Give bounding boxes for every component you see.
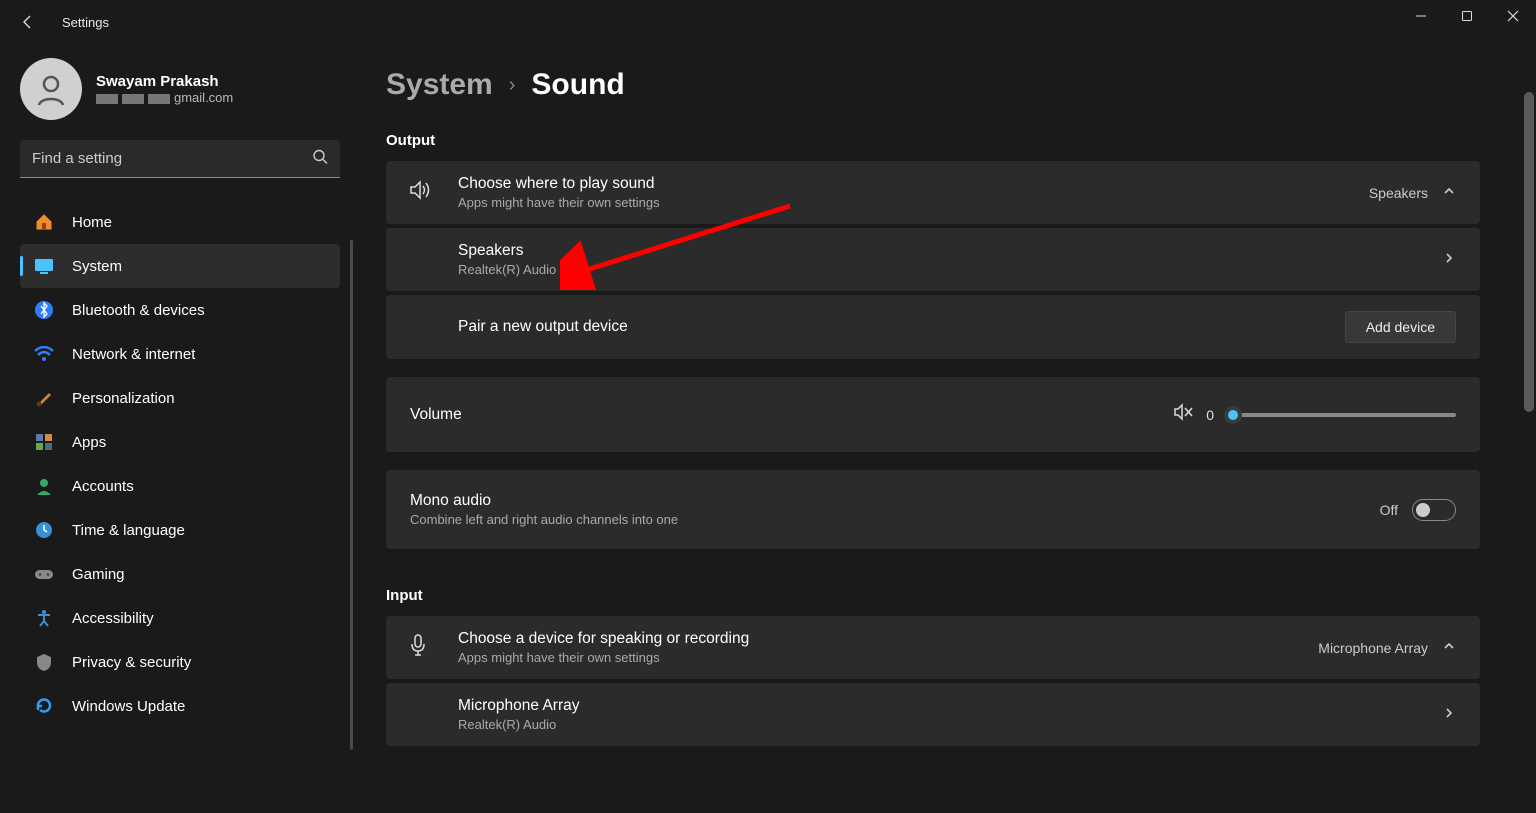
- nav-home[interactable]: Home: [20, 200, 340, 244]
- back-button[interactable]: [12, 6, 44, 38]
- card-title: Pair a new output device: [458, 318, 1345, 336]
- volume-card: Volume 0: [386, 377, 1480, 452]
- nav-apps[interactable]: Apps: [20, 420, 340, 464]
- nav-label: Home: [72, 214, 112, 231]
- breadcrumb-parent[interactable]: System: [386, 68, 493, 102]
- avatar: [20, 58, 82, 120]
- titlebar: Settings: [0, 0, 1536, 44]
- card-title: Mono audio: [410, 492, 1380, 510]
- bluetooth-icon: [34, 300, 54, 320]
- nav-bluetooth[interactable]: Bluetooth & devices: [20, 288, 340, 332]
- mute-icon[interactable]: [1174, 403, 1194, 426]
- profile-email: gmail.com: [96, 90, 233, 105]
- nav-update[interactable]: Windows Update: [20, 684, 340, 728]
- mono-toggle[interactable]: [1412, 499, 1456, 521]
- page-scrollbar-track[interactable]: [1522, 0, 1536, 813]
- input-choose-card[interactable]: Choose a device for speaking or recordin…: [386, 616, 1480, 679]
- card-title: Choose where to play sound: [458, 175, 1369, 193]
- mono-audio-card: Mono audio Combine left and right audio …: [386, 470, 1480, 549]
- toggle-knob: [1416, 503, 1430, 517]
- nav-gaming[interactable]: Gaming: [20, 552, 340, 596]
- chevron-right-icon: [1442, 251, 1456, 268]
- volume-value: 0: [1206, 407, 1214, 423]
- volume-label: Volume: [410, 406, 1174, 424]
- search-input[interactable]: [20, 140, 340, 178]
- gamepad-icon: [34, 564, 54, 584]
- nav-accounts[interactable]: Accounts: [20, 464, 340, 508]
- nav-privacy[interactable]: Privacy & security: [20, 640, 340, 684]
- nav-label: Accounts: [72, 478, 134, 495]
- pair-output-card: Pair a new output device Add device: [386, 295, 1480, 359]
- home-icon: [34, 212, 54, 232]
- brush-icon: [34, 388, 54, 408]
- nav-label: Network & internet: [72, 346, 195, 363]
- chevron-right-icon: ›: [509, 74, 516, 97]
- card-title: Choose a device for speaking or recordin…: [458, 630, 1318, 648]
- card-title: Speakers: [458, 242, 1442, 260]
- maximize-button[interactable]: [1444, 0, 1490, 32]
- shield-icon: [34, 652, 54, 672]
- person-icon: [34, 476, 54, 496]
- nav-accessibility[interactable]: Accessibility: [20, 596, 340, 640]
- card-subtitle: Combine left and right audio channels in…: [410, 512, 1380, 527]
- accessibility-icon: [34, 608, 54, 628]
- card-title: Microphone Array: [458, 697, 1442, 715]
- speaker-icon: [410, 180, 432, 205]
- microphone-icon: [410, 634, 426, 661]
- output-choose-card[interactable]: Choose where to play sound Apps might ha…: [386, 161, 1480, 224]
- nav-label: System: [72, 258, 122, 275]
- output-device-value: Speakers: [1369, 185, 1428, 201]
- nav-personalization[interactable]: Personalization: [20, 376, 340, 420]
- chevron-up-icon: [1442, 639, 1456, 656]
- nav-label: Windows Update: [72, 698, 185, 715]
- search-box[interactable]: [20, 140, 340, 178]
- page-scrollbar-thumb[interactable]: [1524, 92, 1534, 412]
- profile-name: Swayam Prakash: [96, 73, 233, 90]
- breadcrumb: System › Sound: [386, 68, 1480, 102]
- nav-label: Personalization: [72, 390, 175, 407]
- input-device-value: Microphone Array: [1318, 640, 1428, 656]
- card-subtitle: Apps might have their own settings: [458, 650, 1318, 665]
- output-section-header: Output: [386, 132, 1480, 149]
- microphone-array-card[interactable]: Microphone Array Realtek(R) Audio: [386, 683, 1480, 746]
- content-area: System › Sound Output Choose where to pl…: [360, 44, 1536, 813]
- profile-block[interactable]: Swayam Prakash gmail.com: [20, 58, 340, 120]
- sidebar-scrollbar[interactable]: [350, 240, 353, 750]
- update-icon: [34, 696, 54, 716]
- nav-label: Gaming: [72, 566, 125, 583]
- nav-network[interactable]: Network & internet: [20, 332, 340, 376]
- volume-slider[interactable]: [1226, 413, 1456, 417]
- system-icon: [34, 256, 54, 276]
- nav-list: Home System Bluetooth & devices Network …: [20, 200, 340, 728]
- nav-label: Privacy & security: [72, 654, 191, 671]
- chevron-up-icon: [1442, 184, 1456, 201]
- apps-icon: [34, 432, 54, 452]
- speakers-card[interactable]: Speakers Realtek(R) Audio: [386, 228, 1480, 291]
- add-device-button[interactable]: Add device: [1345, 311, 1456, 343]
- chevron-right-icon: [1442, 706, 1456, 723]
- nav-time[interactable]: Time & language: [20, 508, 340, 552]
- mono-state: Off: [1380, 502, 1398, 518]
- nav-system[interactable]: System: [20, 244, 340, 288]
- input-section-header: Input: [386, 587, 1480, 604]
- minimize-button[interactable]: [1398, 0, 1444, 32]
- card-subtitle: Realtek(R) Audio: [458, 262, 1442, 277]
- clock-icon: [34, 520, 54, 540]
- nav-label: Bluetooth & devices: [72, 302, 205, 319]
- card-subtitle: Apps might have their own settings: [458, 195, 1369, 210]
- nav-label: Time & language: [72, 522, 185, 539]
- nav-label: Accessibility: [72, 610, 154, 627]
- slider-thumb[interactable]: [1224, 406, 1242, 424]
- wifi-icon: [34, 344, 54, 364]
- app-title: Settings: [62, 15, 109, 30]
- card-subtitle: Realtek(R) Audio: [458, 717, 1442, 732]
- nav-label: Apps: [72, 434, 106, 451]
- search-icon: [312, 149, 328, 170]
- breadcrumb-current: Sound: [531, 68, 624, 102]
- sidebar: Swayam Prakash gmail.com Home System Blu…: [0, 44, 360, 813]
